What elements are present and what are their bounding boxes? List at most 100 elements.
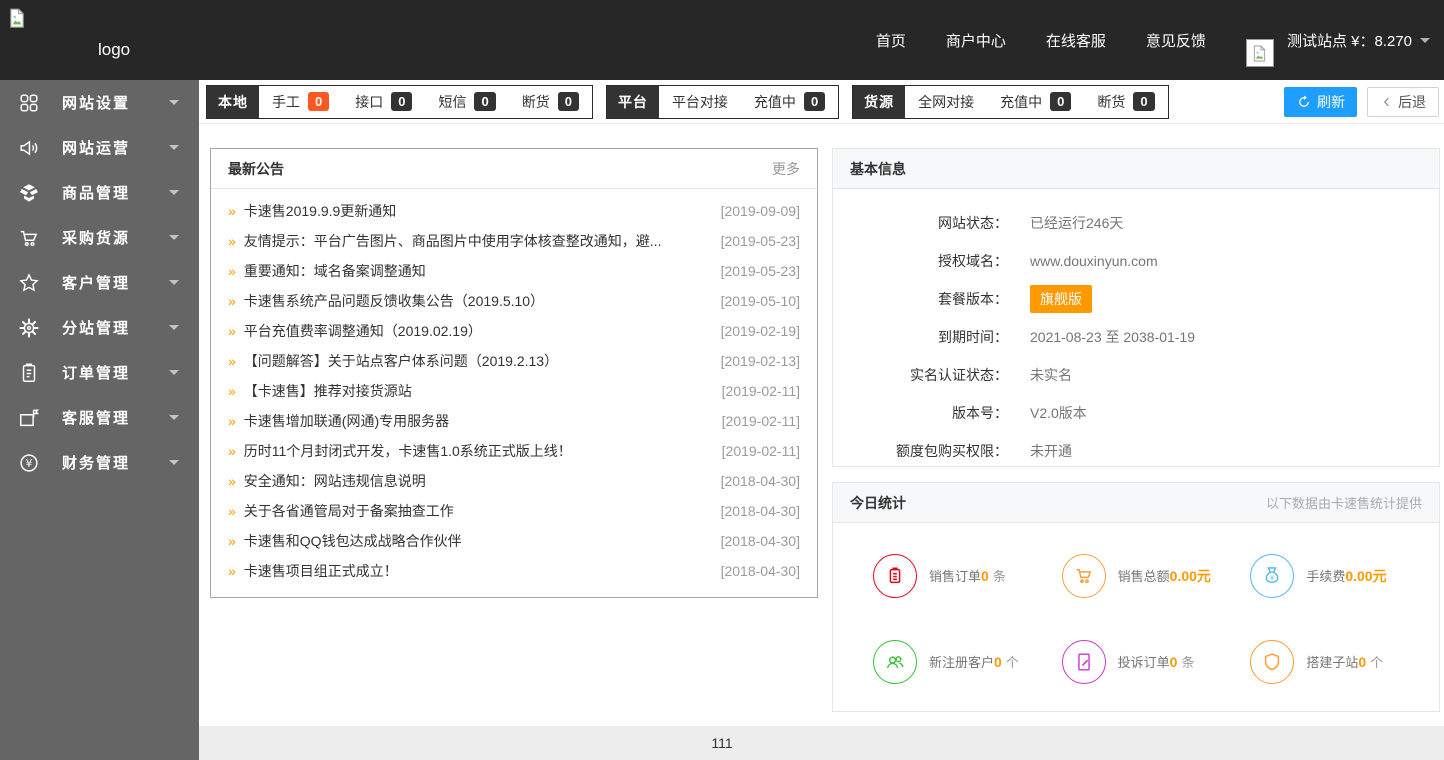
stat-value: 0个	[994, 654, 1019, 670]
info-label: 网站状态：	[938, 215, 1008, 231]
grid-icon	[18, 92, 40, 114]
sidebar-item-label: 网站设置	[62, 95, 131, 112]
stat-label: 投诉订单	[1117, 655, 1170, 670]
caret-down-icon	[169, 145, 179, 155]
toolbar-item-network-dock[interactable]: 全网对接	[918, 92, 974, 112]
info-label: 授权域名：	[938, 253, 1008, 269]
caret-down-icon	[169, 460, 179, 470]
sidebar-item-order-management[interactable]: 订单管理	[0, 350, 199, 395]
sidebar-item-label: 订单管理	[62, 365, 131, 382]
double-arrow-icon: »	[228, 443, 236, 459]
tab-sources[interactable]: 货源	[853, 85, 906, 118]
nav-merchant-center[interactable]: 商户中心	[946, 30, 1006, 51]
double-arrow-icon: »	[228, 263, 236, 279]
toolbar-group-platform: 平台 平台对接 充值中 0	[605, 84, 840, 119]
toolbar-item-recharging[interactable]: 充值中 0	[1000, 92, 1072, 112]
announcement-date: [2018-04-30]	[720, 473, 800, 489]
announcement-item[interactable]: » 安全通知：网站违规信息说明 [2018-04-30]	[228, 466, 800, 496]
stat-unit: 条	[1181, 655, 1195, 670]
nav-online-support[interactable]: 在线客服	[1046, 30, 1106, 51]
sidebar-item-site-operation[interactable]: 网站运营	[0, 125, 199, 170]
toolbar-item-label: 全网对接	[918, 93, 975, 110]
announcement-item[interactable]: » 历时11个月封闭式开发，卡速售1.0系统正式版上线！ [2019-02-11]	[228, 436, 800, 466]
sidebar-item-site-settings[interactable]: 网站设置	[0, 80, 199, 125]
double-arrow-icon: »	[228, 533, 236, 549]
sidebar-item-label: 财务管理	[62, 455, 131, 472]
announcement-text: 卡速售和QQ钱包达成战略合作伙伴	[243, 533, 462, 549]
sidebar-item-finance-management[interactable]: ¥ 财务管理	[0, 440, 199, 485]
announcement-item[interactable]: » 卡速售2019.9.9更新通知 [2019-09-09]	[228, 196, 800, 226]
tab-platform[interactable]: 平台	[606, 85, 659, 118]
info-value: www.douxinyun.com	[1030, 253, 1158, 269]
announcement-item[interactable]: » 重要通知：域名备案调整通知 [2019-05-23]	[228, 256, 800, 286]
sidebar-item-substation-management[interactable]: 分站管理	[0, 305, 199, 350]
basic-info-panel: 基本信息 网站状态： 已经运行246天 授权域名： www.douxinyun.co…	[832, 148, 1440, 467]
nav-home[interactable]: 首页	[876, 30, 906, 51]
main-content: 最新公告 更多 » 卡速售2019.9.9更新通知 [2019-09-09] » 友情…	[199, 124, 1444, 726]
announcement-item[interactable]: » 友情提示：平台广告图片、商品图片中使用字体核查整改通知，避... [2019-0…	[228, 226, 800, 256]
announcement-date: [2019-02-11]	[721, 383, 800, 399]
refresh-icon	[1299, 95, 1309, 107]
info-row-realname-status: 实名认证状态： 未实名	[833, 356, 1439, 394]
info-label: 版本号：	[952, 405, 1008, 421]
sidebar-item-product-management[interactable]: 商品管理	[0, 170, 199, 215]
sidebar-item-customer-management[interactable]: 客户管理	[0, 260, 199, 305]
yen-circle-icon: ¥	[18, 452, 40, 474]
double-arrow-icon: »	[228, 413, 236, 429]
announcement-item[interactable]: » 关于各省通管局对于备案抽查工作 [2018-04-30]	[228, 496, 800, 526]
today-stats-header: 今日统计 以下数据由卡速售统计提供	[833, 483, 1439, 523]
refresh-button[interactable]: 刷新	[1284, 86, 1357, 117]
double-arrow-icon: »	[228, 383, 236, 399]
toolbar-item-out-of-stock[interactable]: 断货 0	[1097, 92, 1155, 112]
announcement-item[interactable]: » 【问题解答】关于站点客户体系问题（2019.2.13） [2019-02-13]	[228, 346, 800, 376]
announcement-item[interactable]: » 卡速售和QQ钱包达成战略合作伙伴 [2018-04-30]	[228, 526, 800, 556]
toolbar-item-api[interactable]: 接口 0	[355, 92, 413, 112]
stat-label: 销售订单	[929, 569, 982, 584]
info-value: 2021-08-23 至 2038-01-19	[1030, 329, 1196, 345]
toolbar-item-out-of-stock[interactable]: 断货 0	[522, 92, 579, 112]
info-row-plan-version: 套餐版本： 旗舰版	[833, 280, 1439, 318]
svg-text:¥: ¥	[26, 457, 33, 469]
announcement-text: 友情提示：平台广告图片、商品图片中使用字体核查整改通知，避...	[243, 233, 662, 249]
double-arrow-icon: »	[228, 233, 236, 249]
count-badge: 0	[474, 92, 496, 111]
announcement-item[interactable]: » 卡速售增加联通(网通)专用服务器 [2019-02-11]	[228, 406, 800, 436]
announcement-item[interactable]: » 卡速售项目组正式成立！ [2018-04-30]	[228, 556, 800, 586]
toolbar-item-sms[interactable]: 短信 0	[438, 92, 496, 112]
stat-label: 搭建子站	[1306, 655, 1359, 670]
count-badge: 0	[391, 92, 413, 111]
stat-label: 手续费	[1306, 569, 1346, 584]
double-arrow-icon: »	[228, 293, 236, 309]
sidebar-item-purchase-sources[interactable]: 采购货源	[0, 215, 199, 260]
stat-unit: 个	[1005, 655, 1019, 670]
announcement-item[interactable]: » 【卡速售】推荐对接货源站 [2019-02-11]	[228, 376, 800, 406]
refresh-button-label: 刷新	[1317, 93, 1345, 110]
gear-icon	[18, 317, 40, 339]
sidebar-item-label: 采购货源	[62, 230, 131, 247]
sidebar-item-label: 商品管理	[62, 185, 131, 202]
box-icon	[18, 182, 40, 204]
back-button[interactable]: 后退	[1367, 86, 1439, 117]
count-badge: 0	[1050, 92, 1072, 111]
tab-local[interactable]: 本地	[207, 85, 259, 118]
info-row-quota-permission: 额度包购买权限： 未开通	[833, 432, 1439, 470]
avatar[interactable]	[1245, 39, 1274, 67]
stat-handling-fee: ¥ 手续费0.00元	[1250, 553, 1439, 599]
toolbar-item-platform-dock[interactable]: 平台对接	[672, 92, 728, 112]
nav-feedback[interactable]: 意见反馈	[1146, 30, 1206, 51]
basic-info-title: 基本信息	[850, 160, 906, 177]
announcement-item[interactable]: » 卡速售系统产品问题反馈收集公告（2019.5.10） [2019-05-10]	[228, 286, 800, 316]
sidebar-item-label: 分站管理	[62, 320, 131, 337]
cart-icon	[18, 227, 40, 249]
site-balance[interactable]: 测试站点 ¥：8.270	[1287, 30, 1412, 51]
more-link[interactable]: 更多	[772, 159, 800, 179]
sidebar-item-support-management[interactable]: 客服管理	[0, 395, 199, 440]
toolbar-item-manual[interactable]: 手工 0	[272, 92, 330, 112]
toolbar-item-recharging[interactable]: 充值中 0	[754, 92, 826, 112]
stat-new-customers: 新注册客户0 个	[873, 639, 1062, 685]
count-badge: 0	[1133, 92, 1155, 111]
info-value: 已经运行246天	[1030, 215, 1124, 231]
double-arrow-icon: »	[228, 563, 236, 579]
announcement-item[interactable]: » 平台充值费率调整通知（2019.02.19） [2019-02-19]	[228, 316, 800, 346]
info-label: 套餐版本：	[938, 291, 1008, 307]
